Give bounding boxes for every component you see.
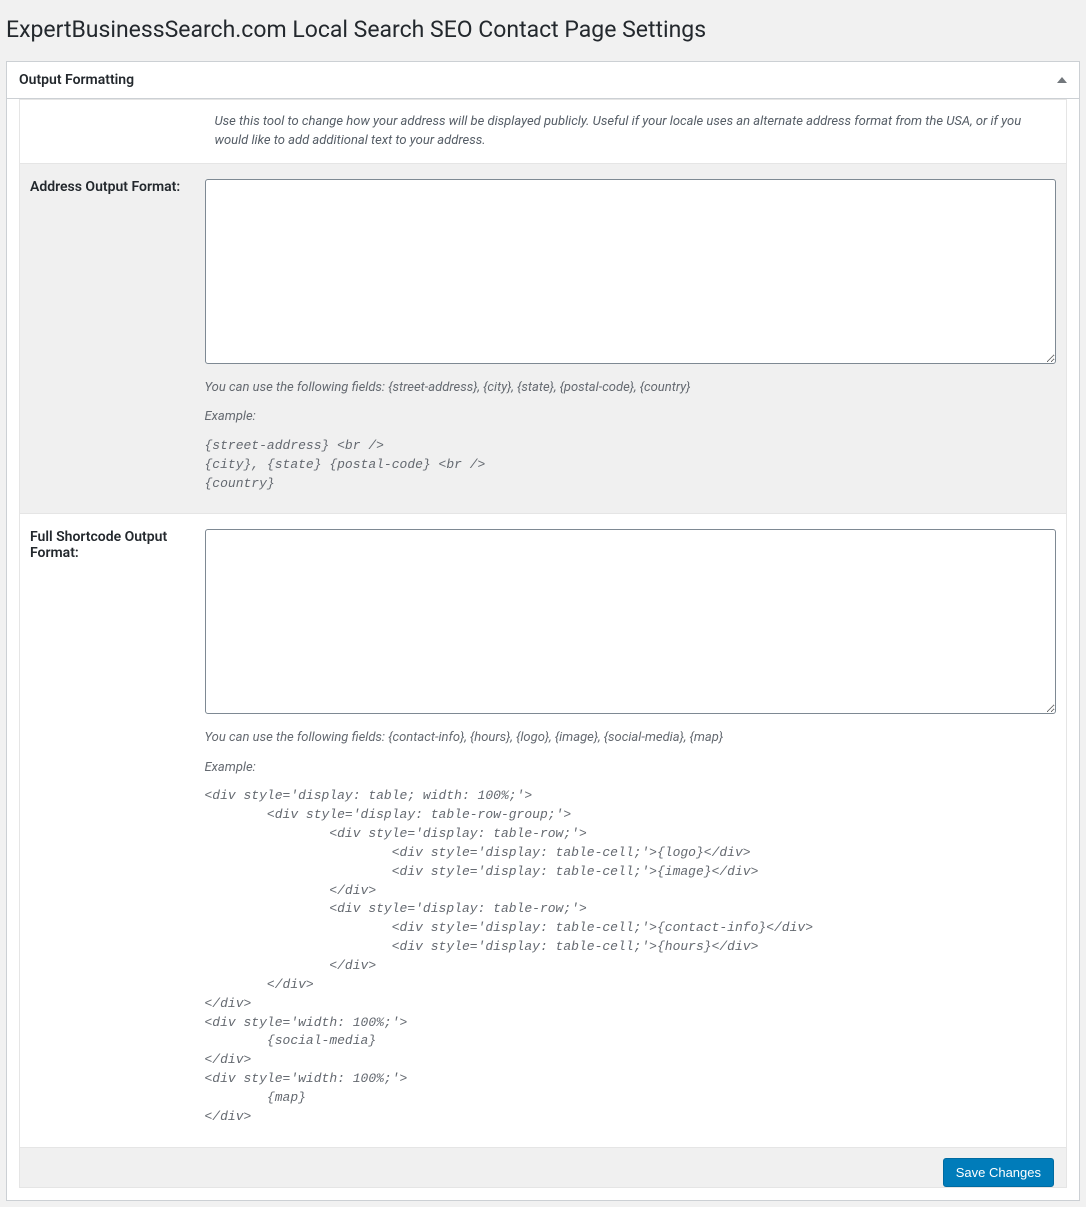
address-format-textarea[interactable] (205, 179, 1057, 364)
address-format-example-label: Example: (205, 407, 1057, 427)
shortcode-format-help: You can use the following fields: {conta… (205, 728, 1057, 748)
panel-title: Output Formatting (19, 62, 134, 98)
shortcode-format-example-label: Example: (205, 758, 1057, 778)
address-format-label: Address Output Format: (20, 163, 205, 514)
collapse-icon[interactable] (1057, 77, 1067, 83)
settings-panel: Output Formatting Use this tool to chang… (6, 61, 1080, 1201)
settings-form-table: Use this tool to change how your address… (19, 99, 1067, 1148)
address-format-help: You can use the following fields: {stree… (205, 378, 1057, 398)
shortcode-format-example-code: <div style='display: table; width: 100%;… (205, 787, 1057, 1126)
panel-header[interactable]: Output Formatting (7, 62, 1079, 99)
address-format-example-code: {street-address} <br /> {city}, {state} … (205, 437, 1057, 494)
panel-intro-text: Use this tool to change how your address… (205, 99, 1067, 163)
page-title: ExpertBusinessSearch.com Local Search SE… (6, 6, 1080, 49)
panel-body: Use this tool to change how your address… (7, 99, 1079, 1200)
save-button[interactable]: Save Changes (943, 1158, 1054, 1187)
shortcode-format-label: Full Shortcode Output Format: (20, 514, 205, 1147)
shortcode-format-textarea[interactable] (205, 529, 1057, 714)
submit-row: Save Changes (19, 1148, 1067, 1188)
